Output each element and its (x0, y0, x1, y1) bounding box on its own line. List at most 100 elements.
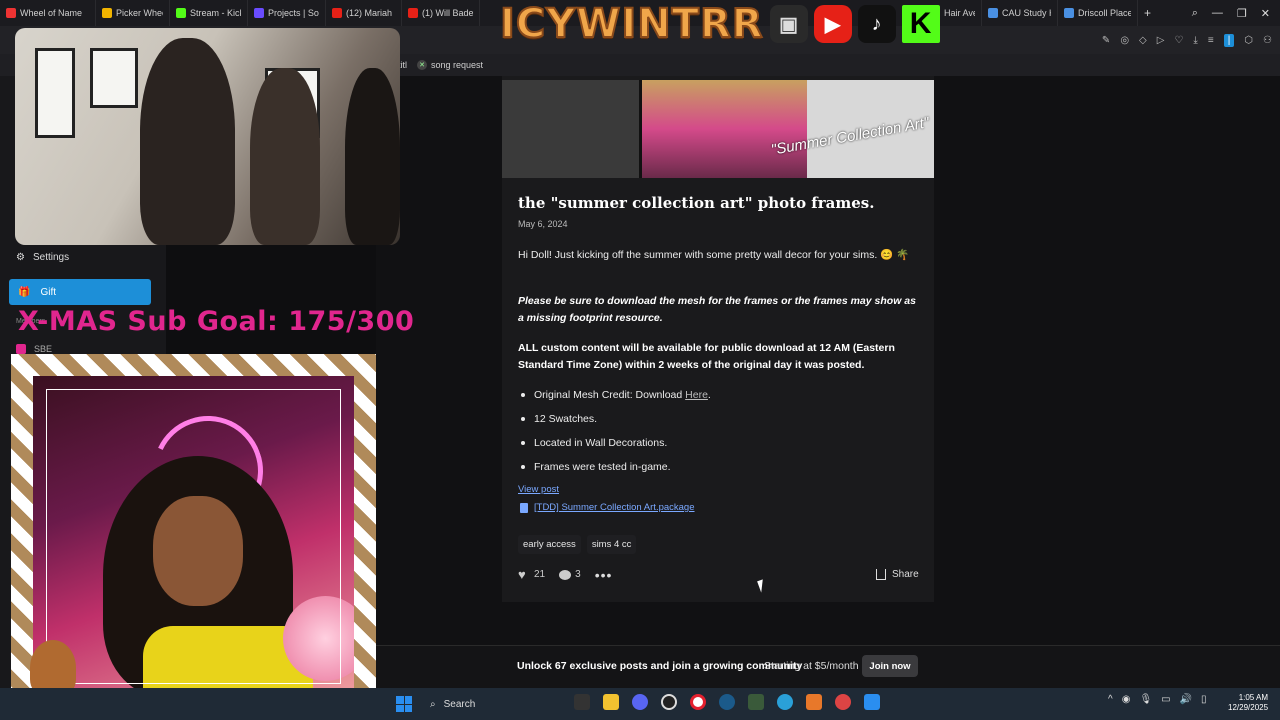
taskbar-apps (574, 694, 880, 710)
tag-chip[interactable]: sims 4 cc (586, 535, 637, 554)
post-hero-image: "Summer Collection Art" (502, 80, 934, 178)
tab-favicon-icon (332, 8, 342, 18)
chevron-up-icon[interactable]: ^ (1108, 694, 1113, 705)
network-icon[interactable]: ◉ (1122, 694, 1131, 705)
clock-date: 12/29/2025 (1228, 703, 1269, 712)
sidebar-item-gift[interactable]: 🎁 Gift (9, 279, 151, 305)
system-tray: ^ ◉ 🎙 ▭ 🔊 ▯ (1108, 694, 1207, 705)
kick-icon: K (901, 5, 940, 43)
app-icon[interactable] (835, 694, 851, 710)
list-item: Frames were tested in-game. (518, 459, 711, 483)
window-controls: ⌕ — ❐ ✕ (1192, 0, 1280, 26)
browser-tab[interactable]: Stream - Kick D (170, 0, 248, 26)
download-icon[interactable]: ⤓ (1193, 35, 1197, 46)
opera-icon[interactable] (690, 694, 706, 710)
profile-icon[interactable]: | (1223, 33, 1235, 47)
hero-frame-strip (502, 80, 642, 178)
tiktok-icon: ♪ (857, 5, 896, 43)
browser-tab[interactable]: (1) Will Bade (402, 0, 480, 26)
join-now-button[interactable]: Join now (862, 655, 918, 677)
minimize-icon[interactable]: — (1212, 7, 1223, 19)
mesh-download-link[interactable]: Here (685, 389, 708, 401)
view-post-link[interactable]: View post (518, 484, 559, 495)
volume-icon[interactable]: 🔊 (1180, 694, 1192, 705)
extension-icon[interactable]: ⬡ (1244, 35, 1253, 46)
stream-overlay-logo: ICYWINTRR ▣ ▶ ♪ K (499, 0, 940, 48)
browser-tab[interactable]: Projects | Sound (248, 0, 326, 26)
person-silhouette (345, 68, 400, 245)
post-actions: ♥ 21 3 ••• (518, 567, 613, 582)
shield-icon[interactable]: ◇ (1139, 35, 1147, 46)
taskbar-search[interactable]: ⌕ Search (422, 694, 572, 714)
restore-icon[interactable]: ❐ (1237, 7, 1247, 20)
close-icon[interactable]: ✕ (1261, 7, 1270, 20)
post-details-list: Original Mesh Credit: Download Here. 12 … (518, 387, 711, 483)
file-explorer-icon[interactable] (574, 694, 590, 710)
sub-goal-overlay: X-MAS Sub Goal: 175/300 (18, 306, 415, 337)
attachment-link[interactable]: [TDD] Summer Collection Art.package (520, 502, 695, 513)
browser-tab[interactable]: Wheel of Name (0, 0, 96, 26)
like-button[interactable]: ♥ 21 (518, 567, 546, 582)
microphone-icon[interactable]: 🎙 (1139, 694, 1152, 705)
post-warning: Please be sure to download the mesh for … (518, 295, 916, 324)
toolbar-icons: ✎ ◎ ◇ ▷ ♡ ⤓ ≡ | ⬡ ⚇ (1102, 26, 1272, 54)
browser-tab[interactable]: (12) Mariah (326, 0, 402, 26)
tab-favicon-icon (176, 8, 186, 18)
wall-photo-frame (90, 48, 138, 108)
obs-icon[interactable] (661, 694, 677, 710)
comment-count: 3 (575, 569, 581, 580)
sbe-icon (16, 344, 26, 354)
heart-icon[interactable]: ♡ (1174, 35, 1183, 46)
browser-tab[interactable]: CAU Study Hall (982, 0, 1058, 26)
tag-chip[interactable]: early access (518, 535, 581, 554)
camera-icon[interactable]: ◎ (1120, 35, 1129, 46)
streamer-name: ICYWINTRR (499, 0, 764, 48)
more-options-icon[interactable]: ••• (595, 568, 613, 582)
ai-icon[interactable]: ⚇ (1263, 35, 1272, 46)
sidebar-item-settings[interactable]: ⚙ Settings (16, 252, 69, 263)
like-count: 21 (534, 569, 546, 580)
post-title: the "summer collection art" photo frames… (518, 194, 875, 212)
tab-favicon-icon (988, 8, 998, 18)
gift-icon: 🎁 (18, 286, 31, 298)
app-icon[interactable] (806, 694, 822, 710)
search-icon[interactable]: ⌕ (1192, 7, 1198, 20)
comment-button[interactable]: 3 (559, 569, 581, 580)
screen: Wheel of Name Picker Wheel - S Stream - … (0, 0, 1280, 720)
play-icon[interactable]: ▷ (1157, 35, 1165, 46)
windows-start-icon[interactable] (396, 696, 412, 712)
join-price: Starting at $5/month (764, 660, 859, 672)
list-item: 12 Swatches. (518, 411, 711, 435)
file-icon (520, 502, 528, 513)
webcam-overlay-top (15, 28, 400, 245)
tab-favicon-icon (1064, 8, 1074, 18)
snipping-tool-icon[interactable] (864, 694, 880, 710)
edit-icon[interactable]: ✎ (1102, 35, 1110, 46)
tab-favicon-icon (102, 8, 112, 18)
share-button[interactable]: Share (876, 569, 919, 580)
menu-icon[interactable]: ≡ (1208, 35, 1214, 46)
clock-time: 1:05 AM (1238, 693, 1269, 702)
frame-border (46, 389, 341, 684)
new-tab-button[interactable]: + (1138, 0, 1157, 26)
gear-icon: ⚙ (16, 252, 25, 263)
browser-tab[interactable]: Driscoll Place A (1058, 0, 1138, 26)
comment-icon (559, 569, 572, 580)
taskbar-clock[interactable]: 1:05 AM 12/29/2025 (1228, 693, 1268, 713)
battery-icon[interactable]: ▯ (1201, 694, 1207, 705)
heart-icon: ♥ (518, 567, 526, 582)
folder-icon[interactable] (603, 694, 619, 710)
bookmark-item[interactable]: ✕ song request (417, 60, 483, 70)
discord-icon[interactable] (632, 694, 648, 710)
edge-icon[interactable] (777, 694, 793, 710)
song-request-icon: ✕ (417, 60, 427, 70)
browser-tab[interactable]: Picker Wheel - S (96, 0, 170, 26)
person-silhouette (250, 68, 320, 245)
steam-icon[interactable] (719, 694, 735, 710)
sidebar-item-sbe[interactable]: SBE (16, 344, 52, 354)
tab-favicon-icon (408, 8, 418, 18)
twitch-icon: ▣ (769, 5, 808, 43)
post-availability: ALL custom content will be available for… (518, 342, 895, 371)
terminal-icon[interactable] (748, 694, 764, 710)
display-icon[interactable]: ▭ (1161, 694, 1170, 705)
